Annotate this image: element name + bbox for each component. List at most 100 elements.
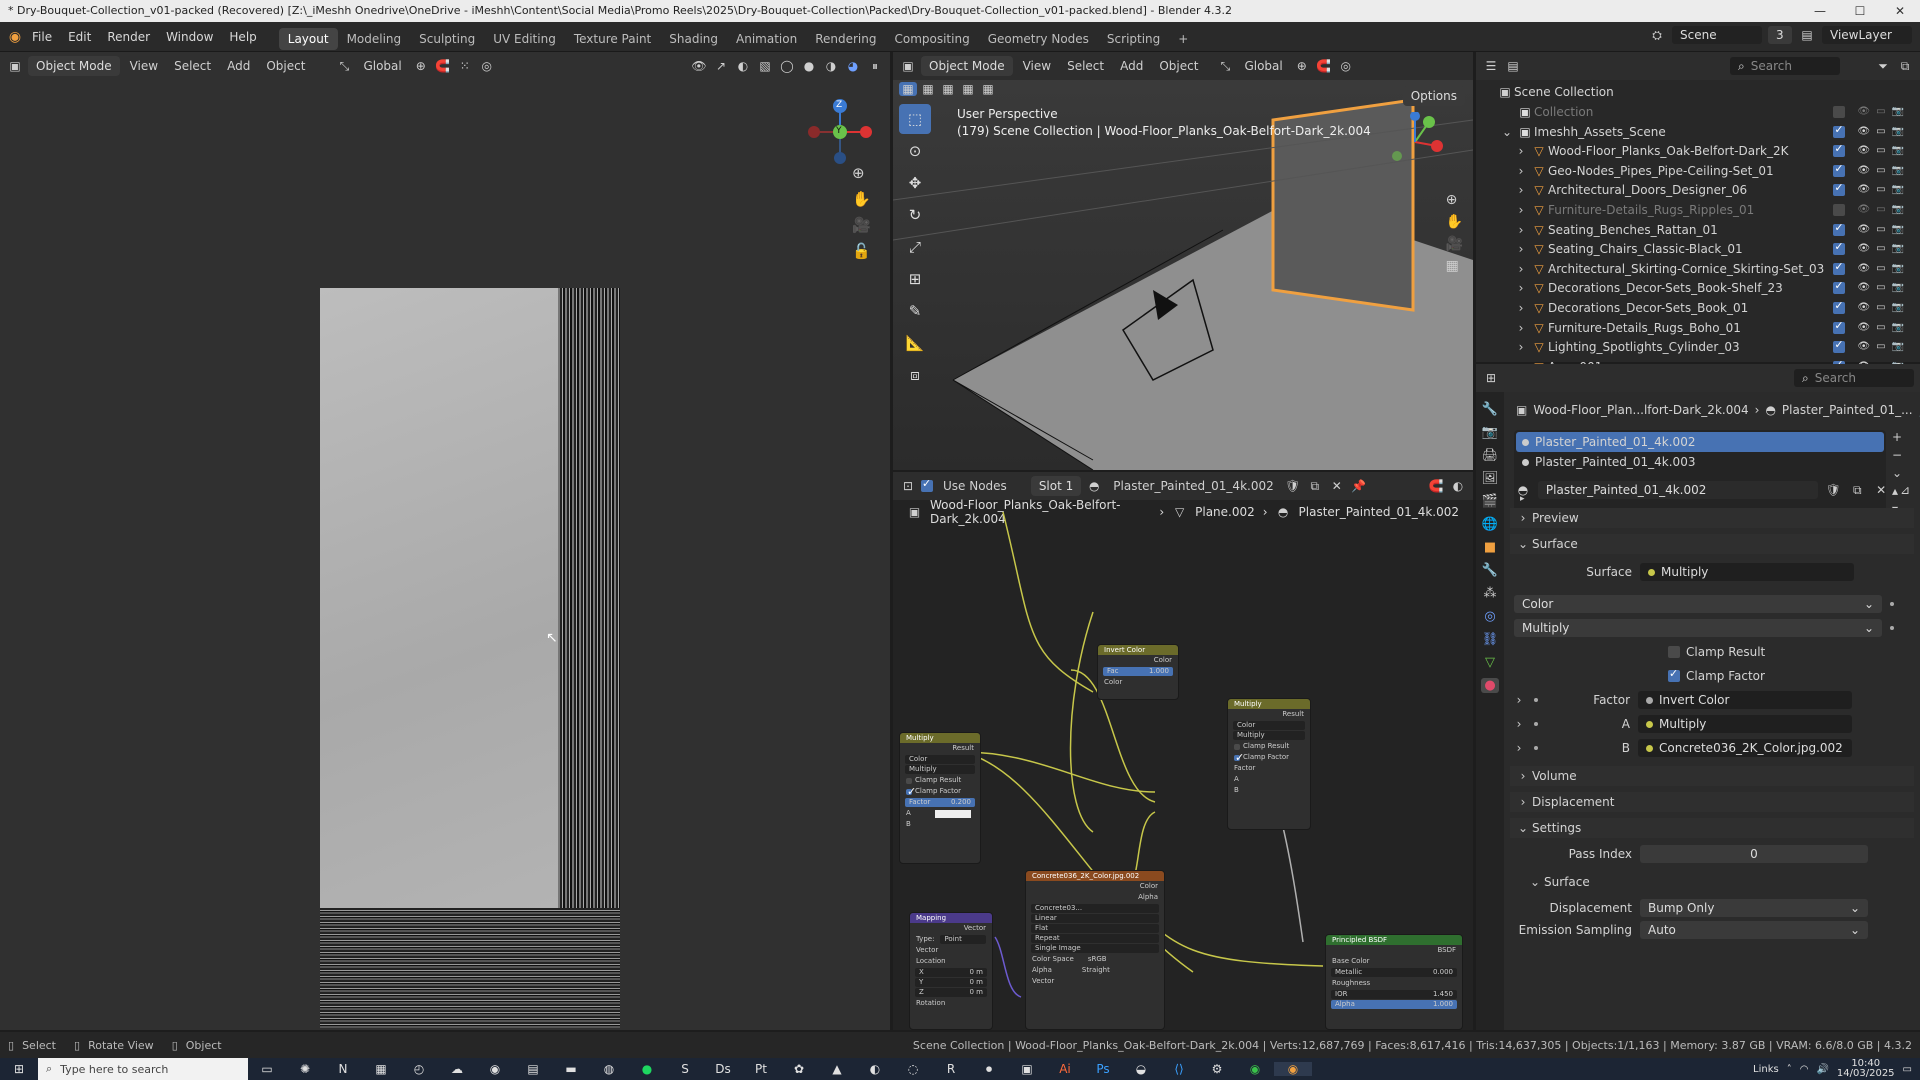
outliner-item[interactable]: › ▽ Furniture-Details_Rugs_Boho_01 👁 ▭ 📷 [1476, 318, 1920, 338]
lock-view-icon[interactable]: 🔓 [852, 242, 871, 260]
tab-animation[interactable]: Animation [727, 28, 806, 50]
pivot-icon[interactable]: ⊕ [412, 59, 430, 73]
exclude-checkbox[interactable] [1833, 279, 1846, 295]
mix-blend-dropdown[interactable]: Multiply [905, 765, 975, 774]
rotate-tool-icon[interactable]: ↻ [899, 200, 931, 230]
select-intersect-icon[interactable]: ▦ [979, 82, 997, 96]
move-tool-icon[interactable]: ✥ [899, 168, 931, 198]
menu-view[interactable]: View [1017, 56, 1057, 76]
file-explorer-icon[interactable]: ▬ [552, 1062, 590, 1076]
monitor-icon[interactable]: ▭ [1876, 184, 1885, 196]
outliner-item[interactable]: › ▽ Decorations_Decor-Sets_Book-Shelf_23 👁 ▭… [1476, 278, 1920, 298]
bsdf-ior-field[interactable]: IOR 1.450 [1331, 990, 1457, 999]
tex-interpolation-dropdown[interactable]: Linear [1031, 914, 1159, 923]
chevron-right-icon[interactable]: › [1510, 693, 1528, 707]
outliner-item[interactable]: › ▽ Seating_Benches_Rattan_01 👁 ▭ 📷 [1476, 220, 1920, 240]
mix-multiply-node-left[interactable]: Multiply Result Color Multiply Clamp Res… [899, 732, 981, 864]
menu-add[interactable]: Add [221, 56, 256, 76]
mix-multiply-node-right[interactable]: Multiply Result Color Multiply Clamp Res… [1227, 698, 1311, 830]
solid-shading-icon[interactable]: ● [800, 59, 818, 73]
outliner-item[interactable]: › ▽ Geo-Nodes_Pipes_Pipe-Ceiling-Set_01 👁 ▭ 📷 [1476, 161, 1920, 181]
mix-factor-field[interactable]: Factor 0.200 [905, 798, 975, 807]
maximize-button[interactable]: ☐ [1840, 0, 1880, 22]
chrome-app-icon[interactable]: ◉ [476, 1062, 514, 1076]
material-shading-icon[interactable]: ◑ [822, 59, 840, 73]
pan-hand-icon[interactable]: ✋ [852, 190, 871, 208]
modifier-tab-icon[interactable]: 🔧 [1482, 563, 1498, 578]
monitor-icon[interactable]: ▭ [1876, 224, 1885, 236]
world-tab-icon[interactable]: 🌐 [1482, 517, 1498, 532]
surface-subpanel-header[interactable]: ⌄ Surface [1510, 872, 1914, 892]
tab-rendering[interactable]: Rendering [806, 28, 885, 50]
monitor-icon[interactable]: ▭ [1876, 341, 1885, 353]
snap-target-icon[interactable]: ⁙ [456, 59, 474, 73]
discord-app-icon[interactable]: ◐ [856, 1062, 894, 1076]
taskbar-search-input[interactable]: ⌕ Type here to search [38, 1058, 248, 1080]
cursor-tool-icon[interactable]: ⊙ [899, 136, 931, 166]
outliner-item[interactable]: › ▽ Wood-Floor_Planks_Oak-Belfort-Dark_2K 👁… [1476, 141, 1920, 161]
scene-tab-icon[interactable]: 🎬 [1482, 494, 1498, 509]
tool-tab-icon[interactable]: 🔧 [1482, 402, 1498, 417]
particles-tab-icon[interactable]: ⁂ [1484, 586, 1497, 601]
settings-panel-header[interactable]: ⌄ Settings [1510, 818, 1914, 838]
gizmo-toggle-icon[interactable]: ↗ [712, 59, 730, 73]
exclude-checkbox[interactable] [1833, 319, 1846, 334]
chevron-right-icon[interactable]: › [1512, 242, 1530, 256]
substance-painter-icon[interactable]: Pt [742, 1062, 780, 1076]
select-invert-icon[interactable]: ▦ [959, 82, 977, 96]
photoshop-app-icon[interactable]: Ps [1084, 1062, 1122, 1076]
surface-shader-selector[interactable]: Multiply [1640, 563, 1854, 581]
chevron-right-icon[interactable]: › [1512, 164, 1530, 178]
menu-select[interactable]: Select [1061, 56, 1110, 76]
mix-clamp-factor-label[interactable]: Clamp Factor [1243, 752, 1289, 763]
tex-alpha-mode[interactable]: Straight [1082, 965, 1110, 976]
b-link-field[interactable]: Concrete036_2K_Color.jpg.002 [1638, 739, 1852, 757]
camera-view-icon[interactable]: 🎥 [1446, 236, 1463, 252]
tab-sculpting[interactable]: Sculpting [410, 28, 484, 50]
ortho-grid-icon[interactable]: ▦ [1446, 258, 1463, 274]
close-button[interactable]: ✕ [1880, 0, 1920, 22]
outliner-item[interactable]: › ▽ Lighting_Spotlights_Cylinder_03 👁 ▭ 📷 [1476, 337, 1920, 357]
orientation-dropdown[interactable]: Global [1238, 56, 1288, 76]
zoom-icon[interactable]: ⊕ [852, 164, 871, 182]
monitor-icon[interactable]: ▭ [1876, 145, 1885, 157]
proportional-edit-icon[interactable]: ◎ [1337, 59, 1355, 73]
tab-compositing[interactable]: Compositing [885, 28, 978, 50]
camera-icon[interactable]: 📷 [1892, 106, 1904, 118]
clock-app-icon[interactable]: ◴ [400, 1062, 438, 1076]
outliner-item[interactable]: › ▽ Furniture-Details_Rugs_Ripples_01 👁 ▭ 📷 [1476, 200, 1920, 220]
constraints-tab-icon[interactable]: ⛓ [1482, 632, 1499, 647]
snap-icon[interactable]: 🧲 [434, 59, 452, 73]
eye-icon[interactable]: 👁 [1857, 224, 1870, 236]
eye-icon[interactable]: 👁 [1857, 263, 1870, 275]
image-texture-node[interactable]: Concrete036_2K_Color.jpg.002 Color Alpha… [1025, 870, 1165, 1030]
exclude-checkbox[interactable] [1833, 162, 1846, 177]
pass-index-field[interactable]: 0 [1640, 845, 1868, 863]
camera-view-icon[interactable]: 🎥 [852, 216, 871, 234]
menu-edit[interactable]: Edit [60, 22, 99, 52]
camera-icon[interactable]: 📷 [1892, 341, 1904, 353]
clamp-result-row[interactable]: Clamp Result [1510, 642, 1914, 662]
camera-icon[interactable]: 📷 [1892, 282, 1904, 294]
mapping-node[interactable]: Mapping Vector Type: Point Vector Locatio… [909, 912, 993, 1030]
outliner-root[interactable]: ▣ Scene Collection [1476, 82, 1920, 102]
network-icon[interactable]: ◠ [1800, 1064, 1809, 1075]
volume-icon[interactable]: 🔊 [1816, 1064, 1828, 1075]
pause-render-icon[interactable]: ⏸ [866, 59, 884, 74]
eye-icon[interactable]: 👁 [1857, 204, 1870, 216]
tab-texture-paint[interactable]: Texture Paint [565, 28, 660, 50]
render-canvas[interactable] [0, 80, 890, 1030]
material-slot-item[interactable]: Plaster_Painted_01_4k.003 [1516, 452, 1886, 472]
tex-projection-dropdown[interactable]: Flat [1031, 924, 1159, 933]
chevron-right-icon[interactable]: › [1512, 223, 1530, 237]
calculator-app-icon[interactable]: ▦ [362, 1062, 400, 1076]
blender-app-icon[interactable]: ◉ [1274, 1062, 1312, 1076]
factor-link-field[interactable]: Invert Color [1638, 691, 1852, 709]
clamp-factor-row[interactable]: Clamp Factor [1510, 666, 1914, 686]
physics-tab-icon[interactable]: ◎ [1484, 609, 1495, 624]
chevron-right-icon[interactable]: › [1510, 741, 1528, 755]
right-viewport[interactable]: ▣ Object Mode View Select Add Object ⤡ G… [892, 52, 1474, 471]
object-mode-dropdown[interactable]: Object Mode [28, 56, 120, 76]
tab-shading[interactable]: Shading [660, 28, 727, 50]
add-slot-icon[interactable]: + [1892, 430, 1902, 444]
